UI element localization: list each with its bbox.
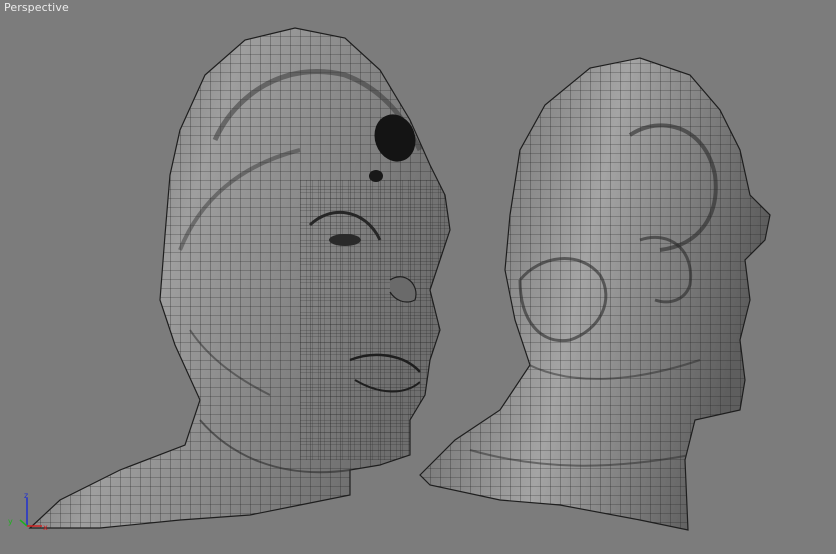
z-axis-label: z bbox=[24, 491, 28, 500]
y-axis-line bbox=[19, 519, 28, 527]
forehead-pit-icon bbox=[369, 170, 383, 182]
head-mesh-front[interactable] bbox=[0, 0, 460, 554]
y-axis-label: y bbox=[8, 517, 13, 526]
axis-gizmo: z y x bbox=[8, 491, 48, 532]
x-axis-label: x bbox=[43, 523, 48, 532]
perspective-viewport[interactable]: Perspective z y x bbox=[0, 0, 836, 554]
head-mesh-side[interactable] bbox=[400, 0, 836, 554]
scene-canvas[interactable] bbox=[0, 0, 836, 554]
